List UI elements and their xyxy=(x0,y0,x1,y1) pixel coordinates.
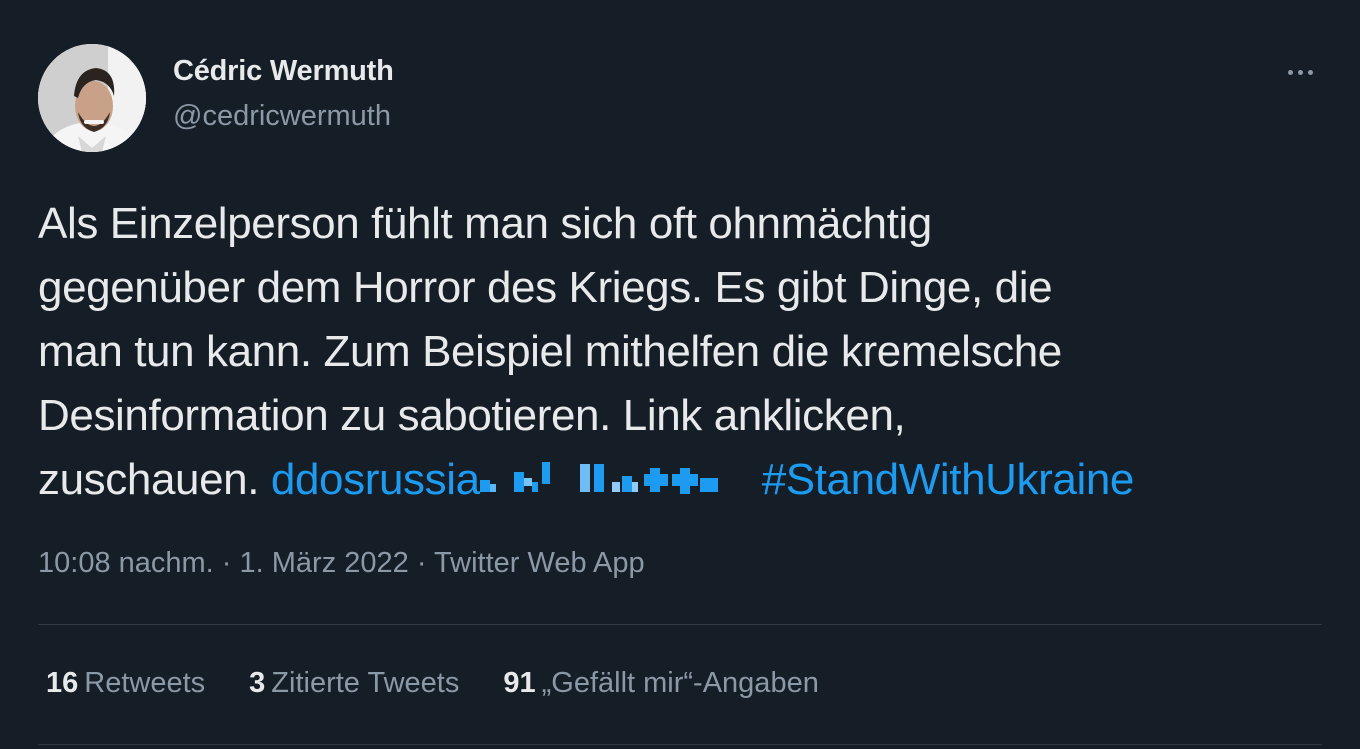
likes-stat[interactable]: 91 „Gefällt mir“-Angaben xyxy=(503,667,818,700)
tweet-date[interactable]: 1. März 2022 xyxy=(240,547,409,579)
tweet-card: Cédric Wermuth @cedricwermuth Als Einzel… xyxy=(0,0,1360,749)
likes-count: 91 xyxy=(503,667,536,699)
avatar-photo-icon xyxy=(38,44,146,152)
retweets-stat[interactable]: 16 Retweets xyxy=(46,667,205,700)
avatar[interactable] xyxy=(38,44,146,152)
tweet-text-line: Als Einzelperson fühlt man sich oft ohnm… xyxy=(38,199,932,248)
quote-tweets-count: 3 xyxy=(249,667,266,699)
meta-separator: · xyxy=(213,547,240,579)
quote-tweets-stat[interactable]: 3 Zitierte Tweets xyxy=(249,667,459,700)
tweet-time[interactable]: 10:08 nachm. xyxy=(38,547,214,579)
tweet-text-line: gegenüber dem Horror des Kriegs. Es gibt… xyxy=(38,263,1053,312)
likes-label: „Gefällt mir“-Angaben xyxy=(541,667,819,699)
tweet-source[interactable]: Twitter Web App xyxy=(434,547,645,579)
meta-separator: · xyxy=(408,547,435,579)
tweet-link[interactable]: ddosrussia xyxy=(271,455,762,504)
retweets-label: Retweets xyxy=(84,667,206,699)
divider xyxy=(38,624,1322,625)
tweet-text-last-line: zuschauen. ddosrussia #StandWithUkraine xyxy=(38,448,1328,512)
author-handle[interactable]: @cedricwermuth xyxy=(173,100,391,133)
tweet-stats: 16 Retweets 3 Zitierte Tweets 91 „Gefällt m… xyxy=(46,667,819,700)
tweet-text-line: man tun kann. Zum Beispiel mithelfen die… xyxy=(38,327,1062,376)
pixelated-link-icon xyxy=(479,462,718,494)
author-display-name[interactable]: Cédric Wermuth xyxy=(173,55,394,88)
tweet-meta: 10:08 nachm. · 1. März 2022 · Twitter We… xyxy=(38,547,645,580)
quote-tweets-label: Zitierte Tweets xyxy=(271,667,460,699)
more-options-button[interactable] xyxy=(1280,58,1320,86)
retweets-count: 16 xyxy=(46,667,79,699)
more-dot-icon xyxy=(1287,69,1293,75)
tweet-link-text: ddosrussia xyxy=(270,455,480,504)
more-dot-icon xyxy=(1307,69,1313,75)
more-dot-icon xyxy=(1297,69,1303,75)
hashtag-link[interactable]: #StandWithUkraine xyxy=(762,455,1135,504)
tweet-text-line: Desinformation zu sabotieren. Link ankli… xyxy=(38,391,906,440)
tweet-text-prefix: zuschauen. xyxy=(38,455,260,504)
divider xyxy=(38,744,1322,745)
tweet-text: Als Einzelperson fühlt man sich oft ohnm… xyxy=(38,192,1328,512)
